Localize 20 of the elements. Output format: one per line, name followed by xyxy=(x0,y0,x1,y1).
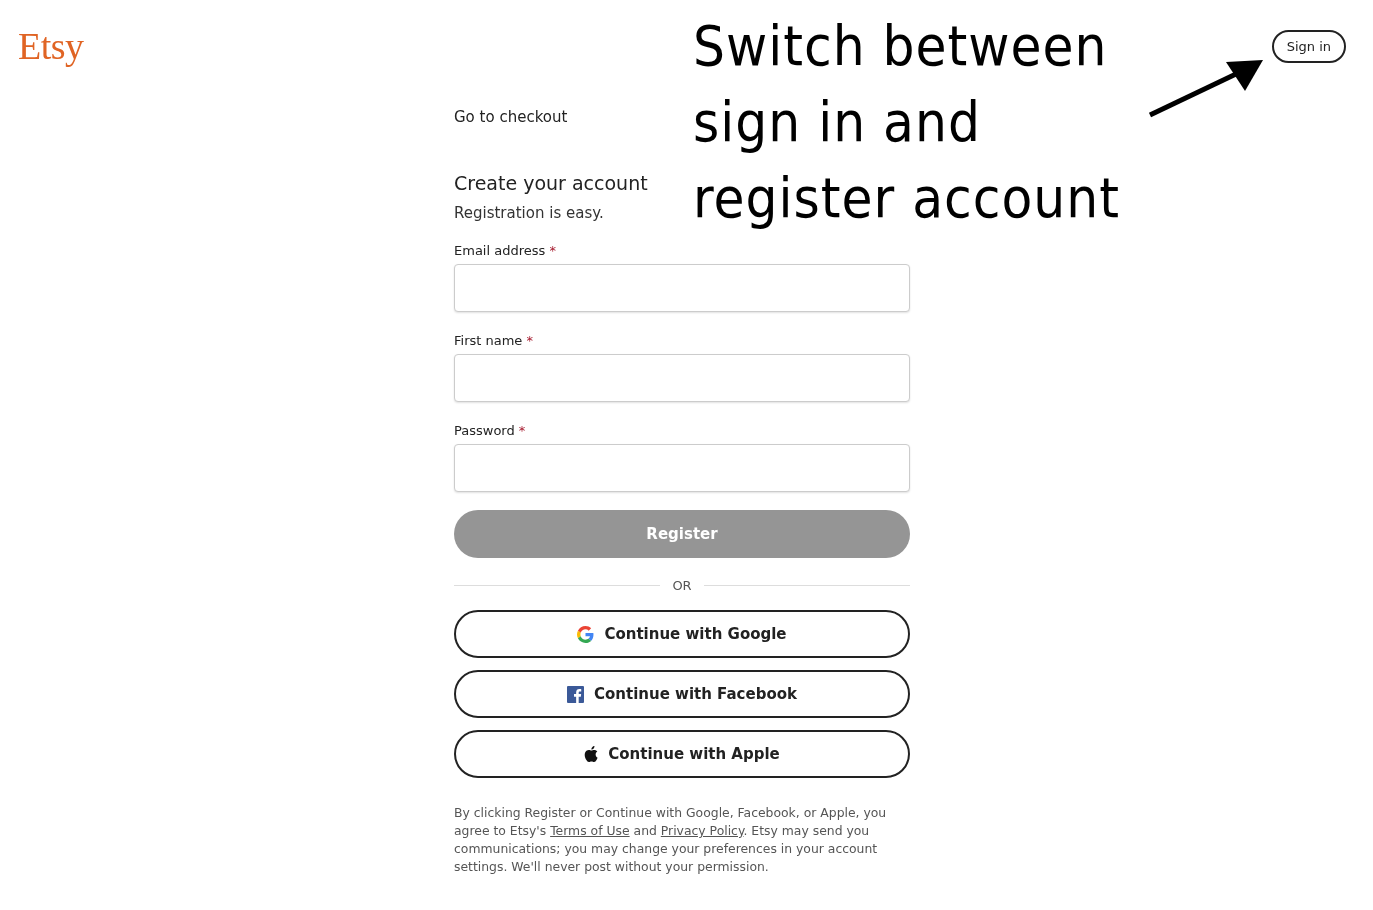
form-subtitle: Registration is easy. xyxy=(454,204,605,222)
input-field[interactable] xyxy=(454,354,910,402)
sign-in-button[interactable]: Sign in xyxy=(1271,30,1346,63)
google-sign-in-button[interactable]: Continue with Google xyxy=(454,610,910,658)
google-g-icon xyxy=(577,625,595,643)
facebook-sign-in-button[interactable]: Continue with Facebook xyxy=(454,670,910,718)
apple-sign-in-button[interactable]: Continue with Apple xyxy=(454,730,910,778)
field-label: Email address * xyxy=(454,243,557,258)
legal-text: By clicking Register or Continue with Google, Facebook, or Apple, you agree to Etsy's Terms of Use and Privacy Policy. Etsy may send you communications; you may change your preferences in your account settings. We'll never post without your permission. xyxy=(454,804,888,876)
apple-icon xyxy=(584,746,599,762)
input-field[interactable] xyxy=(454,264,910,312)
annotation-text: Switch between sign in and register account xyxy=(693,12,1120,232)
legal-link[interactable]: Terms of Use xyxy=(550,823,630,838)
input-field[interactable] xyxy=(454,444,910,492)
divider-text: OR xyxy=(672,578,692,593)
field-label: First name * xyxy=(454,333,534,348)
facebook-icon xyxy=(567,685,584,703)
field-label: Password * xyxy=(454,423,527,438)
form-title: Create your account xyxy=(454,172,649,194)
checkout-link[interactable]: Go to checkout xyxy=(454,108,568,126)
